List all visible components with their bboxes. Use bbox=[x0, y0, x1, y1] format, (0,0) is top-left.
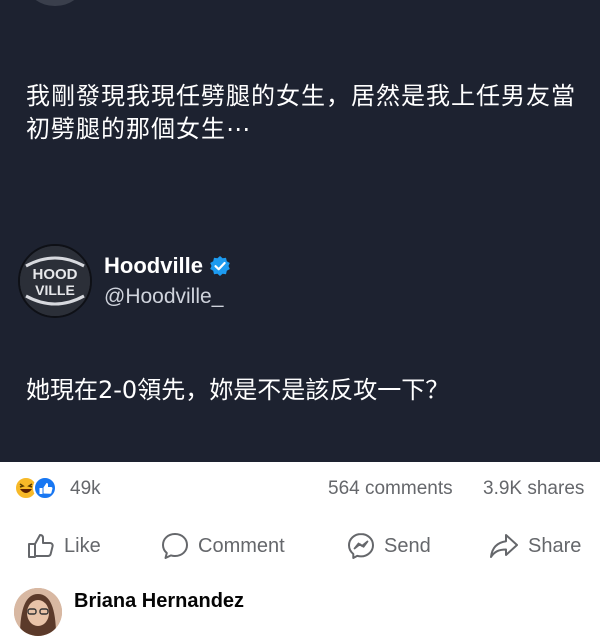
commenter-avatar[interactable] bbox=[14, 588, 62, 636]
like-button[interactable]: Like bbox=[26, 526, 101, 566]
send-label: Send bbox=[384, 534, 431, 557]
share-arrow-icon bbox=[490, 534, 518, 558]
verified-badge-icon bbox=[209, 255, 231, 277]
avatar-text-hood: HOOD bbox=[33, 266, 78, 283]
send-button[interactable]: Send bbox=[346, 526, 431, 566]
comment-item: Briana Hernandez bbox=[0, 584, 600, 636]
share-button[interactable]: Share bbox=[488, 526, 581, 566]
cropped-avatar bbox=[28, 0, 82, 6]
reaction-icons[interactable] bbox=[14, 476, 66, 500]
like-label: Like bbox=[64, 534, 101, 557]
reaction-count[interactable]: 49k bbox=[70, 478, 101, 500]
shares-count[interactable]: 3.9K shares bbox=[483, 478, 584, 500]
account-handle: @Hoodville_ bbox=[104, 285, 224, 308]
quote-text: 我剛發現我現任劈腿的女生，居然是我上任男友當初劈腿的那個女生⋯ bbox=[26, 82, 576, 143]
comments-count[interactable]: 564 comments bbox=[328, 478, 453, 500]
hoodville-avatar: HOOD VILLE bbox=[18, 244, 92, 318]
comment-label: Comment bbox=[198, 534, 285, 557]
messenger-icon bbox=[348, 533, 374, 559]
account-name-text: Hoodville bbox=[104, 253, 204, 278]
post-actions: Like Comment Send Share bbox=[0, 526, 600, 566]
share-label: Share bbox=[528, 534, 582, 557]
post-stats: 49k 564 comments 3.9K shares bbox=[0, 470, 600, 506]
avatar-text-ville: VILLE bbox=[35, 282, 75, 298]
comment-button[interactable]: Comment bbox=[160, 526, 285, 566]
thumbs-up-icon bbox=[28, 534, 54, 558]
comment-bubble-icon bbox=[162, 533, 188, 559]
reply-text: 她現在2-0領先，妳是不是該反攻一下？ bbox=[26, 376, 450, 404]
commenter-name[interactable]: Briana Hernandez bbox=[74, 590, 244, 613]
account-name: Hoodville bbox=[104, 252, 231, 280]
quoted-post-image: 我剛發現我現任劈腿的女生，居然是我上任男友當初劈腿的那個女生⋯ HOOD VIL… bbox=[0, 0, 600, 462]
